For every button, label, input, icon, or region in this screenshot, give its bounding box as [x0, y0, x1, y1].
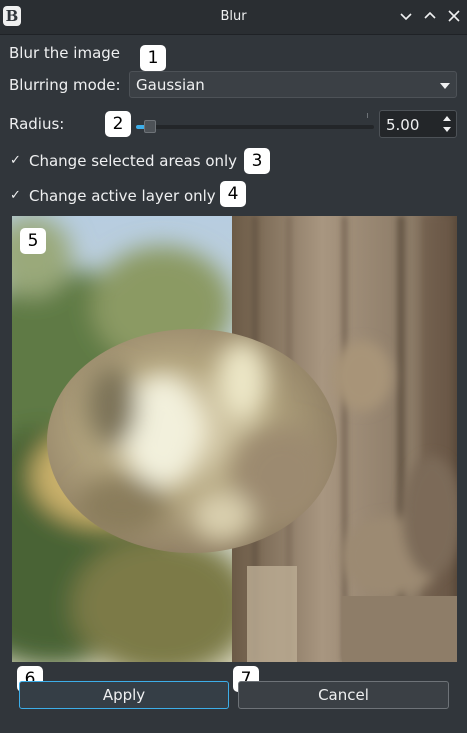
title-bar: B Blur — [0, 0, 467, 35]
minimize-button[interactable] — [396, 6, 416, 26]
blurring-mode-select[interactable]: Gaussian — [129, 71, 457, 98]
spin-up-button[interactable] — [440, 113, 454, 124]
radius-spinbox[interactable]: 5.00 — [379, 110, 457, 138]
callout-badge-4: 4 — [220, 181, 246, 207]
radius-slider-handle[interactable] — [144, 120, 157, 133]
blur-preview[interactable]: 5 — [12, 216, 457, 662]
spin-down-icon — [443, 127, 451, 132]
callout-badge-5: 5 — [20, 228, 46, 254]
check-icon: ✓ — [10, 188, 21, 203]
check-icon: ✓ — [10, 153, 21, 168]
maximize-icon — [424, 11, 436, 19]
change-layer-label[interactable]: Change active layer only — [29, 187, 216, 205]
minimize-icon — [400, 13, 412, 21]
radius-value: 5.00 — [386, 116, 420, 134]
cancel-button[interactable]: Cancel — [238, 681, 449, 709]
change-selected-checkbox[interactable]: ✓ — [10, 154, 24, 168]
chevron-down-icon — [440, 83, 450, 89]
callout-badge-2: 2 — [105, 111, 131, 137]
blurring-mode-label: Blurring mode: — [9, 76, 121, 94]
change-layer-checkbox[interactable]: ✓ — [10, 189, 24, 203]
callout-badge-1: 1 — [140, 45, 166, 71]
close-button[interactable] — [444, 6, 464, 26]
callout-badge-3: 3 — [244, 148, 270, 174]
blurring-mode-value: Gaussian — [136, 76, 205, 94]
change-selected-label[interactable]: Change selected areas only — [29, 152, 237, 170]
spin-down-button[interactable] — [440, 124, 454, 135]
apply-button[interactable]: Apply — [19, 681, 229, 709]
dialog-heading: Blur the image — [9, 44, 121, 62]
close-icon — [448, 10, 460, 22]
maximize-button[interactable] — [420, 6, 440, 26]
preview-image — [12, 216, 457, 662]
radius-slider[interactable] — [136, 125, 374, 129]
spin-up-icon — [443, 116, 451, 121]
radius-label: Radius: — [9, 115, 65, 133]
slider-tick — [367, 113, 368, 118]
